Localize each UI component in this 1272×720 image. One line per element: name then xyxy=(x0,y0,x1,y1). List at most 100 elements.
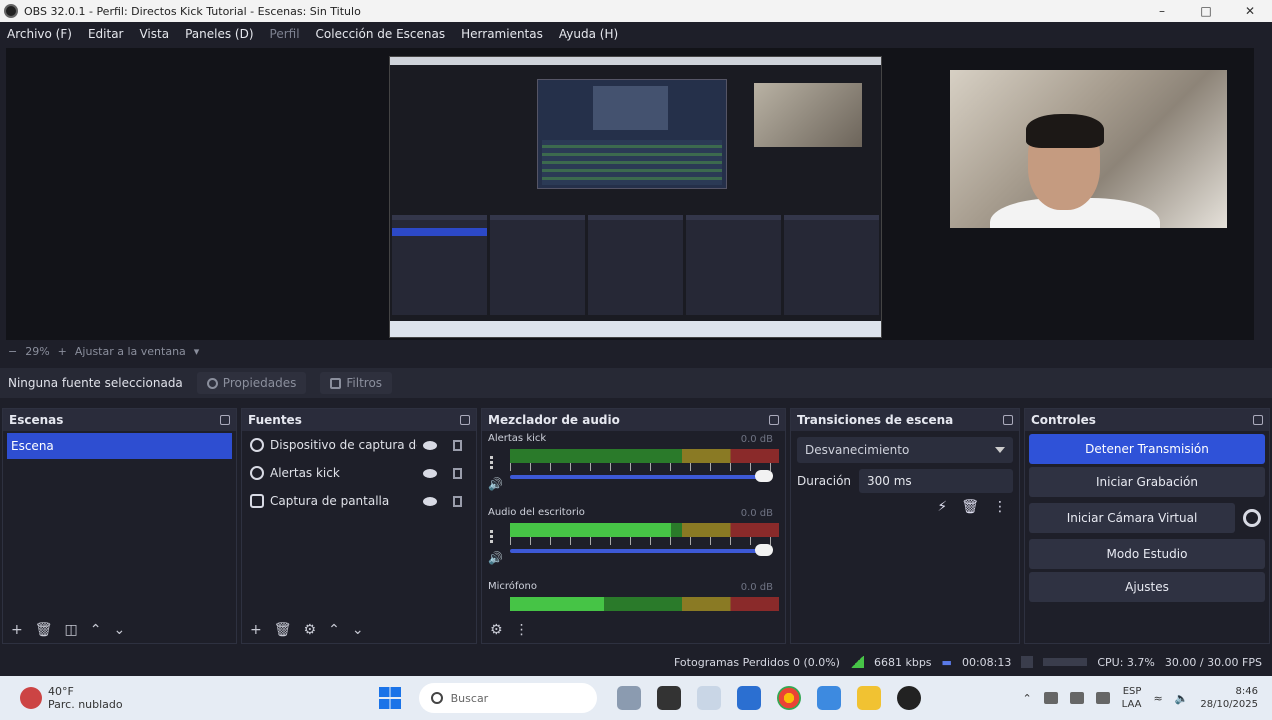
speaker-icon[interactable]: 🔊 xyxy=(488,551,503,565)
clock-time: 8:46 xyxy=(1235,686,1258,697)
undock-icon[interactable] xyxy=(1253,415,1263,425)
windows-start-icon[interactable] xyxy=(378,687,401,709)
virtual-camera-button[interactable]: Iniciar Cámara Virtual xyxy=(1029,503,1235,533)
chrome-icon[interactable] xyxy=(776,686,801,710)
transition-type: Desvanecimiento xyxy=(805,443,910,457)
delete-icon[interactable]: 🗑 xyxy=(961,499,979,515)
add-scene-icon[interactable]: + xyxy=(11,622,23,638)
zoom-out-icon[interactable]: − xyxy=(8,345,17,358)
speaker-icon[interactable]: 🔊 xyxy=(488,477,503,491)
edge-icon[interactable] xyxy=(736,686,761,710)
slider-knob[interactable] xyxy=(755,544,773,556)
pinned-app-icon[interactable] xyxy=(696,686,721,710)
duration-input[interactable]: 300 ms xyxy=(859,469,1013,493)
tray-app-icon[interactable] xyxy=(1095,692,1110,704)
delete-icon[interactable]: 🗑 xyxy=(35,622,53,638)
menu-help[interactable]: Ayuda (H) xyxy=(559,27,618,41)
mixer-channel: Alertas kick 0.0 dB 🔊 xyxy=(482,431,785,505)
volume-meter xyxy=(510,449,779,463)
kebab-icon[interactable]: ⋮ xyxy=(515,622,529,638)
source-label: Captura de pantalla xyxy=(270,494,390,508)
taskbar-search[interactable]: Buscar xyxy=(418,683,597,713)
eye-icon[interactable] xyxy=(423,468,437,478)
menu-tools[interactable]: Herramientas xyxy=(461,27,543,41)
filter-icon xyxy=(330,377,342,389)
gear-icon[interactable] xyxy=(1243,509,1261,527)
start-recording-button[interactable]: Iniciar Grabación xyxy=(1029,467,1265,497)
filters-button[interactable]: Filtros xyxy=(320,372,393,394)
stream-status-icon: ▬ xyxy=(941,655,952,669)
preview-canvas[interactable] xyxy=(6,48,1254,340)
eye-icon[interactable] xyxy=(423,496,437,506)
menu-edit[interactable]: Editar xyxy=(88,27,124,41)
filter-icon[interactable]: ◫ xyxy=(65,622,78,638)
weather-widget[interactable]: 40°F Parc. nublado xyxy=(20,685,123,711)
delete-icon[interactable]: 🗑 xyxy=(274,622,292,638)
sources-title: Fuentes xyxy=(248,413,302,427)
undock-icon[interactable] xyxy=(220,415,230,425)
undock-icon[interactable] xyxy=(1003,415,1013,425)
lightning-icon[interactable]: ⚡ xyxy=(937,499,947,515)
lock-icon[interactable] xyxy=(453,439,462,451)
mixer-channel: Micrófono 0.0 dB xyxy=(482,579,785,619)
notepad-icon[interactable] xyxy=(816,686,841,710)
bitrate: 6681 kbps xyxy=(873,655,932,669)
kebab-icon[interactable] xyxy=(490,529,493,543)
chevron-up-icon[interactable]: ⌃ xyxy=(90,622,102,638)
zoom-in-icon[interactable]: + xyxy=(58,345,67,358)
maximize-button[interactable]: □ xyxy=(1184,4,1228,18)
volume-slider[interactable] xyxy=(510,544,773,556)
globe-icon xyxy=(250,466,264,480)
undock-icon[interactable] xyxy=(460,415,470,425)
file-explorer-icon[interactable] xyxy=(856,686,881,710)
slider-knob[interactable] xyxy=(755,470,773,482)
lock-icon[interactable] xyxy=(453,467,462,479)
volume-slider[interactable] xyxy=(510,470,773,482)
clock[interactable]: 8:46 28/10/2025 xyxy=(1200,685,1258,711)
tray-app-icon[interactable] xyxy=(1069,692,1084,704)
menu-view[interactable]: Vista xyxy=(139,27,169,41)
obs-taskbar-icon[interactable] xyxy=(896,686,921,710)
eye-icon[interactable] xyxy=(423,440,437,450)
close-button[interactable]: ✕ xyxy=(1228,4,1272,18)
wifi-icon[interactable]: ≈ xyxy=(1153,692,1162,705)
settings-button[interactable]: Ajustes xyxy=(1029,572,1265,602)
chevron-up-icon[interactable]: ⌃ xyxy=(328,622,340,638)
kebab-icon[interactable]: ⋮ xyxy=(993,499,1007,515)
menu-file[interactable]: Archivo (F) xyxy=(7,27,72,41)
camera-icon xyxy=(250,438,264,452)
menu-scene-collection[interactable]: Colección de Escenas xyxy=(316,27,446,41)
chevron-down-icon[interactable]: ⌄ xyxy=(352,622,364,638)
menu-docks[interactable]: Paneles (D) xyxy=(185,27,253,41)
search-icon xyxy=(430,692,443,704)
volume-icon[interactable]: 🔈 xyxy=(1175,692,1189,705)
scene-item[interactable]: Escena xyxy=(7,433,232,459)
gear-icon[interactable]: ⚙ xyxy=(304,622,317,638)
zoom-mode-select[interactable]: Ajustar a la ventana xyxy=(75,345,186,358)
stop-stream-button[interactable]: Detener Transmisión xyxy=(1029,434,1265,464)
lock-icon[interactable] xyxy=(453,495,462,507)
chevron-up-icon[interactable]: ⌃ xyxy=(1022,692,1031,705)
file-app-icon[interactable] xyxy=(656,686,681,710)
audio-mixer-dock: Mezclador de audio Alertas kick 0.0 dB 🔊… xyxy=(481,408,786,644)
record-icon xyxy=(1021,656,1034,668)
chevron-down-icon[interactable]: ▾ xyxy=(194,345,200,358)
audio-settings-icon[interactable]: ⚙ xyxy=(490,622,503,638)
menu-bar: Archivo (F) Editar Vista Paneles (D) Per… xyxy=(0,22,1272,46)
transition-select[interactable]: Desvanecimiento xyxy=(797,437,1013,463)
chevron-down-icon[interactable]: ⌄ xyxy=(113,622,125,638)
task-view-icon[interactable] xyxy=(616,686,641,710)
source-item[interactable]: Dispositivo de captura de v xyxy=(242,431,476,459)
undock-icon[interactable] xyxy=(769,415,779,425)
tray-app-icon[interactable] xyxy=(1043,692,1058,704)
menu-profile[interactable]: Perfil xyxy=(270,27,300,41)
dropped-frames: Fotogramas Perdidos 0 (0.0%) xyxy=(674,655,840,669)
source-item[interactable]: Captura de pantalla xyxy=(242,487,476,515)
properties-button[interactable]: Propiedades xyxy=(196,372,307,394)
studio-mode-button[interactable]: Modo Estudio xyxy=(1029,539,1265,569)
kebab-icon[interactable] xyxy=(490,455,493,469)
source-item[interactable]: Alertas kick xyxy=(242,459,476,487)
minimize-button[interactable]: – xyxy=(1140,4,1184,18)
add-source-icon[interactable]: + xyxy=(250,622,262,638)
controls-title: Controles xyxy=(1031,413,1096,427)
